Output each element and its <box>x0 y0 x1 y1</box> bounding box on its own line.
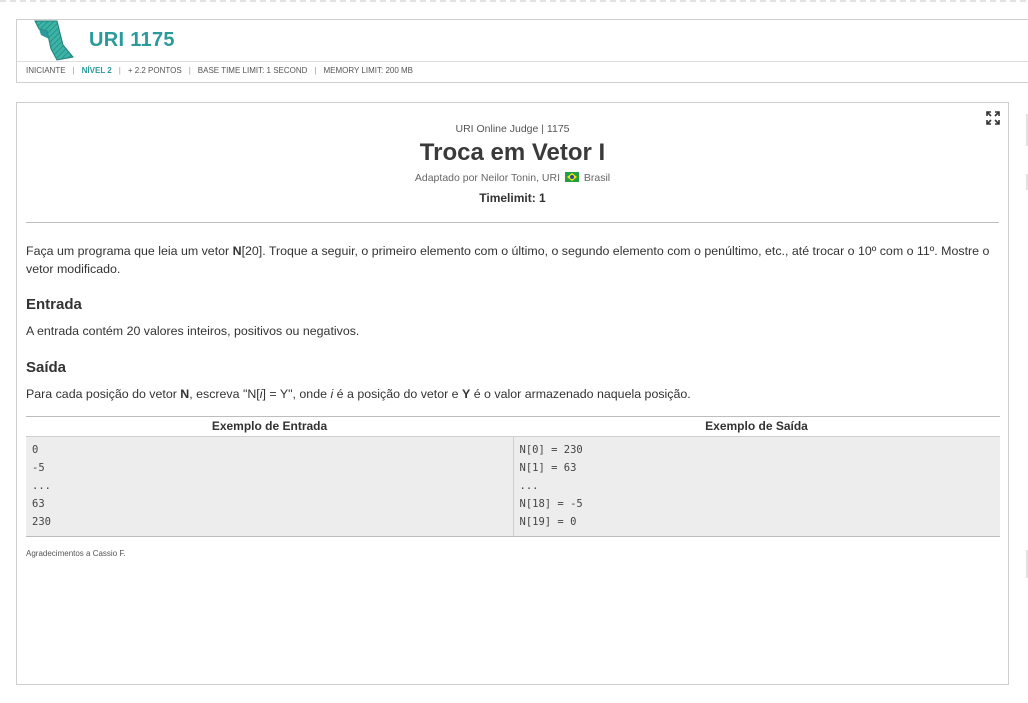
example-output-line: N[19] = 0 <box>519 516 577 528</box>
category-label: INICIANTE <box>26 66 66 75</box>
problem-code: URI 1175 <box>89 29 175 51</box>
time-limit-label: BASE TIME LIMIT: 1 SECOND <box>197 66 308 75</box>
numeral-one-logo-icon <box>34 20 74 61</box>
timelimit: Timelimit: 1 <box>479 191 546 205</box>
section-divider <box>26 222 999 223</box>
problem-description: Faça um programa que leia um vetor N[20]… <box>26 242 1000 278</box>
example-input-line: 63 <box>32 498 45 510</box>
header-title-bar: URI 1175 <box>17 20 1028 62</box>
problem-meta-row: INICIANTE | NÍVEL 2 | + 2.2 PONTOS | BASE TIME… <box>26 66 413 75</box>
example-input-cell[interactable]: 0 -5 ... 63 230 <box>26 437 513 536</box>
example-input-line: 0 <box>32 444 39 456</box>
description-bold: N <box>232 244 242 258</box>
examples-body: 0 -5 ... 63 230 N[0] = 230 N[1] = 63 ...… <box>26 437 1000 536</box>
input-heading: Entrada <box>26 296 82 313</box>
brazil-flag-icon <box>564 172 579 182</box>
level-label[interactable]: NÍVEL 2 <box>82 66 112 75</box>
example-output-line: N[18] = -5 <box>519 498 583 510</box>
example-input-line: -5 <box>32 462 45 474</box>
author-country: Brasil <box>583 172 611 184</box>
output-text: ] = Y", onde <box>262 387 331 401</box>
example-output-cell[interactable]: N[0] = 230 N[1] = 63 ... N[18] = -5 N[19… <box>512 437 1001 536</box>
example-input-line: 230 <box>32 516 51 528</box>
top-divider <box>0 0 1028 2</box>
examples-table: Exemplo de Entrada Exemplo de Saída 0 -5… <box>26 416 1000 537</box>
example-output-header: Exemplo de Saída <box>705 419 808 433</box>
memory-limit-label: MEMORY LIMIT: 200 MB <box>323 66 414 75</box>
meta-separator: | <box>118 66 121 75</box>
problem-header: URI 1175 INICIANTE | NÍVEL 2 | + 2.2 PONTOS |… <box>16 19 1028 83</box>
points-label: + 2.2 PONTOS <box>127 66 182 75</box>
input-description: A entrada contém 20 valores inteiros, po… <box>26 324 360 338</box>
acknowledgements: Agradecimentos a Cassio F. <box>26 549 126 558</box>
author-line: Adaptado por Neilor Tonin, URI Brasil <box>17 172 1008 184</box>
examples-header-row: Exemplo de Entrada Exemplo de Saída <box>26 417 1000 437</box>
output-bold: N <box>180 387 190 401</box>
output-text: Para cada posição do vetor <box>26 387 181 401</box>
description-text: Faça um programa que leia um vetor <box>26 244 233 258</box>
meta-separator: | <box>188 66 191 75</box>
output-text: é a posição do vetor e <box>333 387 463 401</box>
example-input-header: Exemplo de Entrada <box>211 419 328 433</box>
problem-statement-panel: URI Online Judge | 1175 Troca em Vetor I… <box>16 102 1009 685</box>
page-title: Troca em Vetor I <box>419 139 606 166</box>
meta-separator: | <box>314 66 317 75</box>
output-heading: Saída <box>26 359 67 376</box>
output-text: , escreva "N[ <box>189 387 260 401</box>
author-text: Adaptado por Neilor Tonin, URI <box>414 172 561 184</box>
example-output-line: ... <box>519 480 539 492</box>
example-output-line: N[1] = 63 <box>519 462 577 474</box>
output-text: é o valor armazenado naquela posição. <box>470 387 691 401</box>
judge-line: URI Online Judge | 1175 <box>455 123 570 135</box>
output-description: Para cada posição do vetor N, escreva "N… <box>26 387 1000 401</box>
example-output-line: N[0] = 230 <box>519 444 583 456</box>
example-input-line: ... <box>32 480 51 492</box>
meta-separator: | <box>72 66 75 75</box>
